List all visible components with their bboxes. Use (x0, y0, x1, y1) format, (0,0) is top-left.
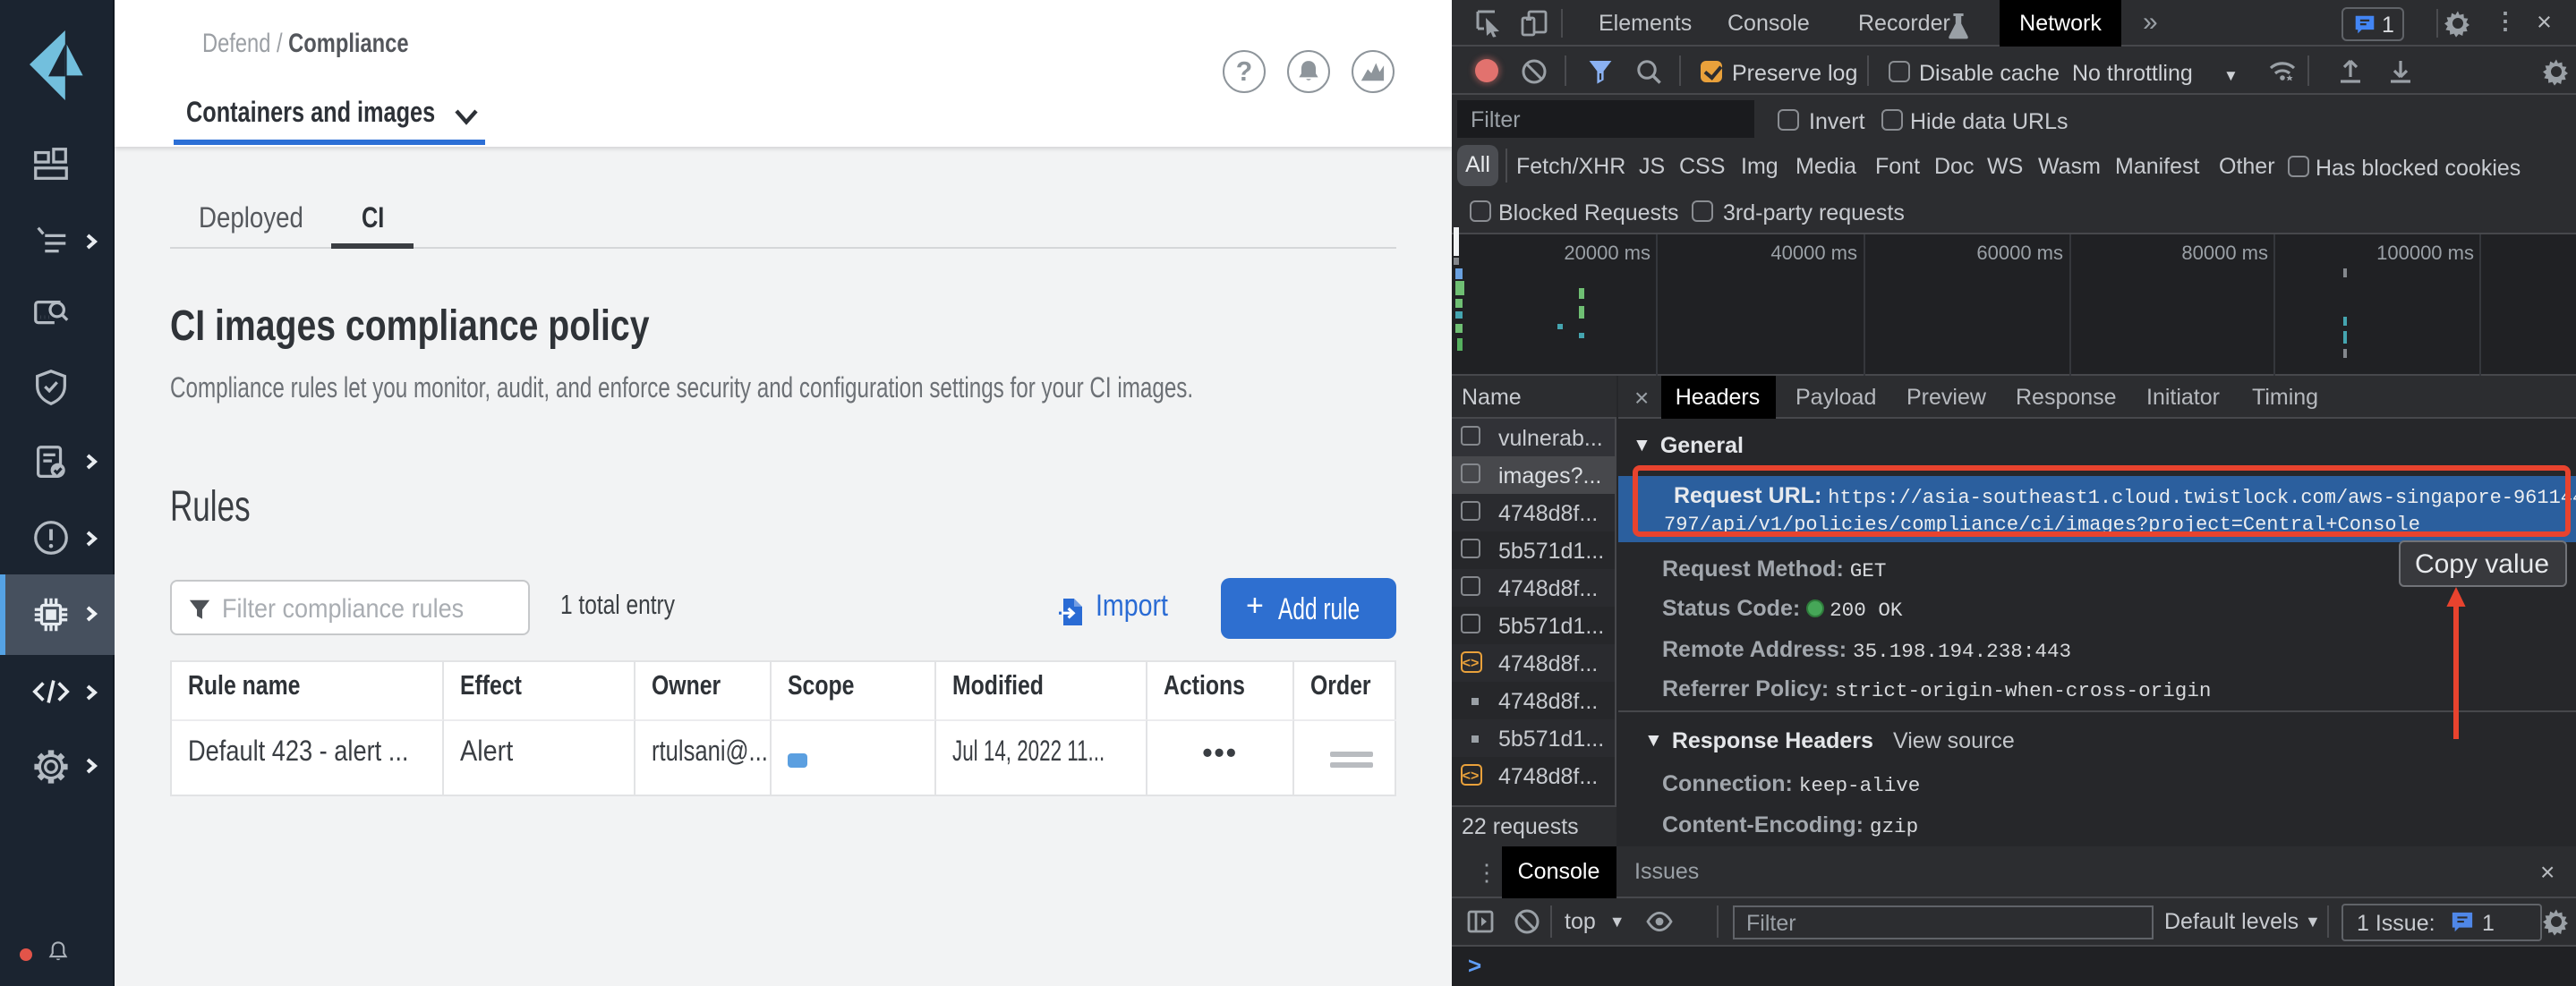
svg-text:?: ? (1235, 56, 1251, 86)
